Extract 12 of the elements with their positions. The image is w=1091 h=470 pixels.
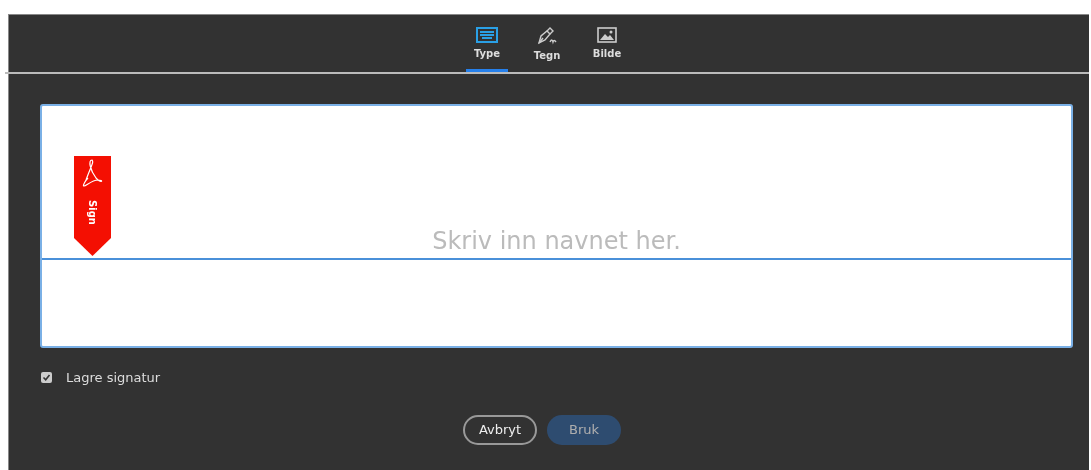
cancel-button[interactable]: Avbryt <box>463 415 537 445</box>
tab[interactable]: Bilde <box>586 15 628 72</box>
tab[interactable]: Type <box>466 15 508 72</box>
checkbox[interactable] <box>41 372 52 383</box>
pen-icon <box>536 27 558 45</box>
keyboard-icon <box>476 27 498 43</box>
checkbox-label: Lagre signatur <box>66 370 161 385</box>
signature-field[interactable]: Skriv inn navnet her. Sign <box>40 104 1073 348</box>
image-icon <box>597 27 617 43</box>
tab[interactable]: Tegn <box>526 15 568 72</box>
sign-label: Sign <box>87 200 98 225</box>
placeholder-text: Skriv inn navnet her. <box>432 227 681 257</box>
